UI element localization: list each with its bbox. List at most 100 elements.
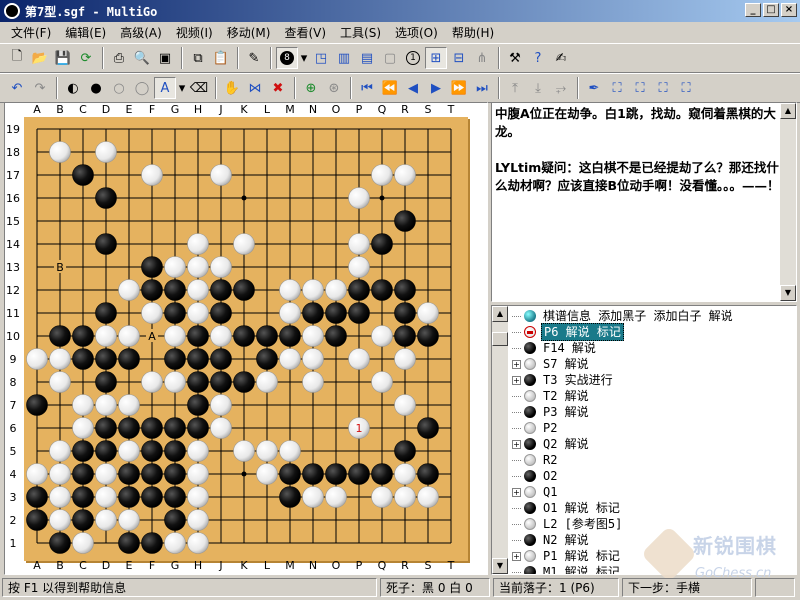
properties-icon[interactable]: ✎ (243, 47, 265, 69)
tree-node[interactable]: + Q2 解说 (512, 436, 591, 452)
expand-icon[interactable]: + (512, 439, 521, 449)
open-folder-icon[interactable]: 📂 (29, 47, 51, 69)
prev-move-icon[interactable]: ◀ (402, 77, 424, 99)
tree-scroll-down-button[interactable]: ▼ (492, 558, 508, 574)
menu-edit[interactable]: 编辑(E) (58, 24, 113, 41)
menu-help[interactable]: 帮助(H) (445, 24, 501, 41)
window-icon-1[interactable]: ◳ (310, 47, 332, 69)
comment-pane[interactable]: 中腹A位正在劫争。白1跳，找劫。窥伺着黑棋的大龙。 LYLtim疑问：这白棋不是… (491, 102, 797, 302)
scroll-down-button[interactable]: ▼ (780, 285, 796, 301)
find-icon[interactable]: ⛶ (606, 77, 628, 99)
menu-move[interactable]: 移动(M) (220, 24, 278, 41)
help-icon[interactable]: ? (527, 47, 549, 69)
tree-node[interactable]: + P1 解说 标记 (512, 548, 622, 564)
tree-node[interactable]: T2 解说 (512, 388, 591, 404)
save-icon[interactable]: 💾 (52, 47, 74, 69)
branch-icon[interactable]: ⤓ (527, 77, 549, 99)
copy-icon[interactable]: ⧉ (187, 47, 209, 69)
tree-node[interactable]: M1 解说 标记 (512, 564, 622, 575)
close-button[interactable]: × (781, 3, 797, 17)
dropdown-arrow-icon[interactable]: ▾ (299, 47, 309, 69)
eraser-icon[interactable]: ⌫ (188, 77, 210, 99)
scroll-up-button[interactable]: ▲ (780, 103, 796, 119)
find-next-icon[interactable]: ⛶ (629, 77, 651, 99)
last-move-icon[interactable]: ⏭ (471, 77, 493, 99)
number-one-icon[interactable]: 1 (402, 47, 424, 69)
tree-node-label: M1 解说 标记 (543, 565, 620, 575)
tree-node[interactable]: + S7 解说 (512, 356, 591, 372)
expand-icon[interactable]: + (512, 551, 521, 561)
goto-icon[interactable]: ⊛ (323, 77, 345, 99)
black-stone-icon[interactable]: ● (85, 77, 107, 99)
expand-icon[interactable]: + (512, 487, 521, 497)
variation-icon[interactable]: ⋈ (244, 77, 266, 99)
tree-node[interactable]: + T3 实战进行 (512, 372, 615, 388)
print-preview-icon[interactable]: 🔍 (131, 47, 153, 69)
redo-icon[interactable]: ↷ (29, 77, 51, 99)
menu-advanced[interactable]: 高级(A) (113, 24, 169, 41)
minimize-button[interactable]: _ (745, 3, 761, 17)
fast-forward-icon[interactable]: ⏩ (448, 77, 470, 99)
delete-icon[interactable]: ✖ (267, 77, 289, 99)
dropdown-arrow-2-icon[interactable]: ▾ (177, 77, 187, 99)
comment-scrollbar[interactable]: ▲ ▼ (780, 103, 796, 301)
tree-scrollbar[interactable]: ▲ ▼ (492, 306, 508, 574)
window-icon-2[interactable]: ▥ (333, 47, 355, 69)
find-prev-icon[interactable]: ⛶ (652, 77, 674, 99)
tree-node[interactable]: L2 [参考图5] (512, 516, 624, 532)
fast-back-icon[interactable]: ⏪ (379, 77, 401, 99)
menu-options[interactable]: 选项(O) (388, 24, 445, 41)
menu-file[interactable]: 文件(F) (4, 24, 58, 41)
print-icon[interactable]: ⎙ (108, 47, 130, 69)
hand-icon[interactable]: ✋ (221, 77, 243, 99)
window-icon-4[interactable]: ▢ (379, 47, 401, 69)
paste-icon[interactable]: 📋 (210, 47, 232, 69)
search-comment-icon[interactable]: ✒ (583, 77, 605, 99)
tree-node[interactable]: P2 (512, 420, 559, 436)
tree-node[interactable]: O2 (512, 468, 559, 484)
find-all-icon[interactable]: ⛶ (675, 77, 697, 99)
expand-icon[interactable]: + (512, 359, 521, 369)
first-move-icon[interactable]: ⏮ (356, 77, 378, 99)
image-icon[interactable]: ▣ (154, 47, 176, 69)
tools-icon[interactable]: ⚒ (504, 47, 526, 69)
menu-view[interactable]: 查看(V) (277, 24, 333, 41)
move-number-icon[interactable]: 8 (276, 47, 298, 69)
tree-node[interactable]: R2 (512, 452, 559, 468)
maximize-button[interactable]: □ (763, 3, 779, 17)
window-icon-3[interactable]: ▤ (356, 47, 378, 69)
tree-node[interactable]: 棋谱信息 添加黑子 添加白子 解说 (512, 308, 735, 324)
black-stone (394, 210, 416, 232)
alternate-stones-icon[interactable]: ◐ (62, 77, 84, 99)
branch-down-icon[interactable]: ⥅ (550, 77, 572, 99)
tree-scroll-thumb[interactable] (492, 332, 508, 346)
next-move-icon[interactable]: ▶ (425, 77, 447, 99)
refresh-icon[interactable]: ⟳ (75, 47, 97, 69)
new-file-icon[interactable]: 🗋 (6, 47, 28, 69)
comment-paragraph-2: LYLtim疑问：这白棋不是已经提劫了么？那还找什么劫材啊？应该直接B位动手啊！… (495, 160, 780, 193)
tree-node[interactable]: O1 解说 标记 (512, 500, 622, 516)
branch-up-icon[interactable]: ⤒ (504, 77, 526, 99)
menu-video[interactable]: 视频(I) (169, 24, 220, 41)
tree-node[interactable]: N2 解说 (512, 532, 591, 548)
tree-view-icon[interactable]: ⊞ (425, 47, 447, 69)
tree-layout-icon[interactable]: ⋔ (471, 47, 493, 69)
undo-icon[interactable]: ↶ (6, 77, 28, 99)
label-tool-icon[interactable]: A (154, 77, 176, 99)
app-icon[interactable] (4, 3, 20, 19)
white-stone-2-icon[interactable]: ◯ (131, 77, 153, 99)
tree-node[interactable]: P3 解说 (512, 404, 591, 420)
tree-node[interactable]: F14 解说 (512, 340, 598, 356)
brush-icon[interactable]: ✍ (550, 47, 572, 69)
tree-node[interactable]: + Q1 (512, 484, 559, 500)
white-stone-icon[interactable]: ○ (108, 77, 130, 99)
go-board[interactable]: B A 1 A A B B C C D D E E F F G G H H J J K K L L M M N N O O P P Q Q R R S S T… (5, 103, 487, 574)
expand-icon[interactable]: + (512, 375, 521, 385)
menu-tools[interactable]: 工具(S) (333, 24, 388, 41)
tree-scroll-up-button[interactable]: ▲ (492, 306, 508, 322)
tree-node[interactable]: P6 解说 标记 (512, 323, 624, 341)
white-stone-icon (524, 358, 536, 370)
add-node-icon[interactable]: ⊕ (300, 77, 322, 99)
row-label: 12 (6, 284, 20, 297)
tree-branch-icon[interactable]: ⊟ (448, 47, 470, 69)
